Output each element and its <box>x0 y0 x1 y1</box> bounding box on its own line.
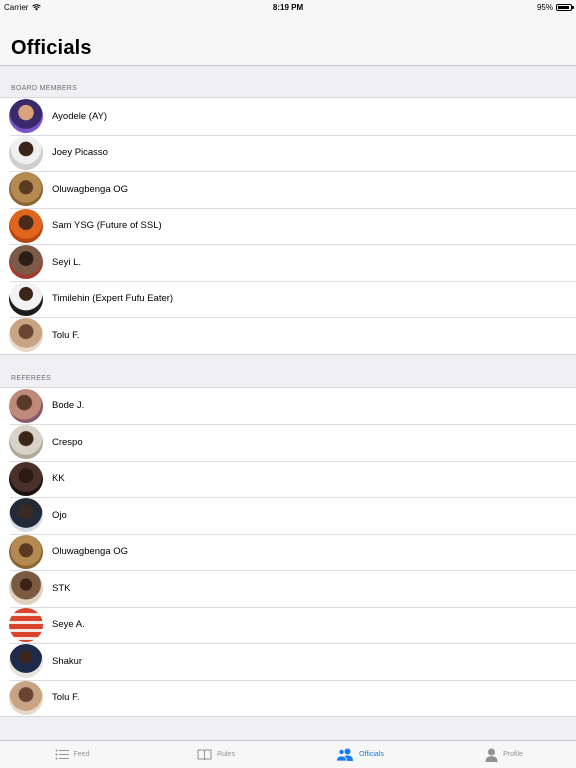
battery-icon <box>556 3 574 11</box>
list-item[interactable]: Ayodele (AY) <box>0 98 576 135</box>
referees-list: Bode J. Crespo KK Ojo Oluwagbenga OG STK… <box>0 386 576 717</box>
list-item-label: Tolu F. <box>52 329 80 341</box>
list-item[interactable]: Oluwagbenga OG <box>0 533 576 571</box>
list-item[interactable]: Ojo <box>0 497 576 534</box>
person-icon <box>485 748 498 762</box>
avatar <box>9 498 43 533</box>
list-item[interactable]: Timilehin (Expert Fufu Eater) <box>0 280 576 318</box>
list-item-label: Ayodele (AY) <box>52 110 108 122</box>
list-item-label: Crespo <box>52 436 83 448</box>
section-header-board-members: BOARD MEMBERS <box>11 85 78 92</box>
avatar <box>9 135 43 170</box>
book-icon <box>197 749 212 760</box>
tab-profile[interactable]: Profile <box>432 741 576 768</box>
avatar <box>9 245 43 280</box>
status-time: 8:19 PM <box>272 2 304 12</box>
people-icon <box>336 748 354 761</box>
list-item-label: Seyi L. <box>52 256 82 268</box>
list-item[interactable]: Tolu F. <box>0 679 576 717</box>
list-item-label: Tolu F. <box>52 692 80 704</box>
list-item[interactable]: Bode J. <box>0 388 576 425</box>
avatar <box>9 281 43 316</box>
battery-fill <box>558 5 570 9</box>
avatar <box>9 208 43 243</box>
tab-feed[interactable]: Feed <box>0 741 144 768</box>
list-item-label: Seye A. <box>52 619 85 631</box>
status-right: 95% <box>536 2 574 12</box>
tab-officials[interactable]: Officials <box>288 741 432 768</box>
status-bar: Carrier 8:19 PM 95% <box>0 0 576 14</box>
navigation-bar: Officials <box>0 14 576 66</box>
list-item[interactable]: Shakur <box>0 643 576 680</box>
avatar <box>9 607 43 642</box>
avatar <box>9 99 43 134</box>
list-item[interactable]: Crespo <box>0 424 576 461</box>
list-item[interactable]: Sam YSG (Future of SSL) <box>0 207 576 245</box>
tab-label: Officials <box>359 751 384 758</box>
list-item[interactable]: KK <box>0 460 576 498</box>
list-item-label: Timilehin (Expert Fufu Eater) <box>52 293 174 305</box>
tab-bar: Feed Rules Officials Profile <box>0 740 576 768</box>
list-item[interactable]: Joey Picasso <box>0 134 576 172</box>
list-item-label: Sam YSG (Future of SSL) <box>52 220 162 232</box>
tab-label: Feed <box>73 751 90 758</box>
avatar <box>9 172 43 207</box>
section-header-referees: REFEREES <box>11 374 52 382</box>
list-item[interactable]: Seye A. <box>0 606 576 644</box>
avatar <box>9 571 43 606</box>
list-item-label: KK <box>52 473 65 485</box>
avatar <box>9 680 43 715</box>
battery-percent: 95% <box>536 2 553 12</box>
list-item[interactable]: Oluwagbenga OG <box>0 171 576 208</box>
list-item-label: STK <box>52 582 71 594</box>
avatar <box>9 425 43 460</box>
list-icon <box>55 749 69 760</box>
list-item-label: Oluwagbenga OG <box>52 183 129 195</box>
tab-rules[interactable]: Rules <box>144 741 288 768</box>
list-item[interactable]: Tolu F. <box>0 317 576 354</box>
list-item[interactable]: Seyi L. <box>0 244 576 281</box>
tab-label: Rules <box>217 751 235 758</box>
list-item-label: Oluwagbenga OG <box>52 546 129 558</box>
tab-label: Profile <box>503 751 523 758</box>
page-title: Officials <box>11 37 92 59</box>
avatar <box>9 644 43 679</box>
officials-table[interactable]: BOARD MEMBERS Ayodele (AY) Joey Picasso … <box>0 66 576 740</box>
board-members-list: Ayodele (AY) Joey Picasso Oluwagbenga OG… <box>0 97 576 355</box>
list-item-label: Bode J. <box>52 400 85 412</box>
avatar <box>9 318 43 353</box>
avatar <box>9 388 43 423</box>
list-item-label: Shakur <box>52 655 83 667</box>
list-item-label: Joey Picasso <box>52 147 108 159</box>
avatar <box>9 461 43 496</box>
list-item[interactable]: STK <box>0 570 576 607</box>
list-item-label: Ojo <box>52 509 67 521</box>
avatar <box>9 534 43 569</box>
